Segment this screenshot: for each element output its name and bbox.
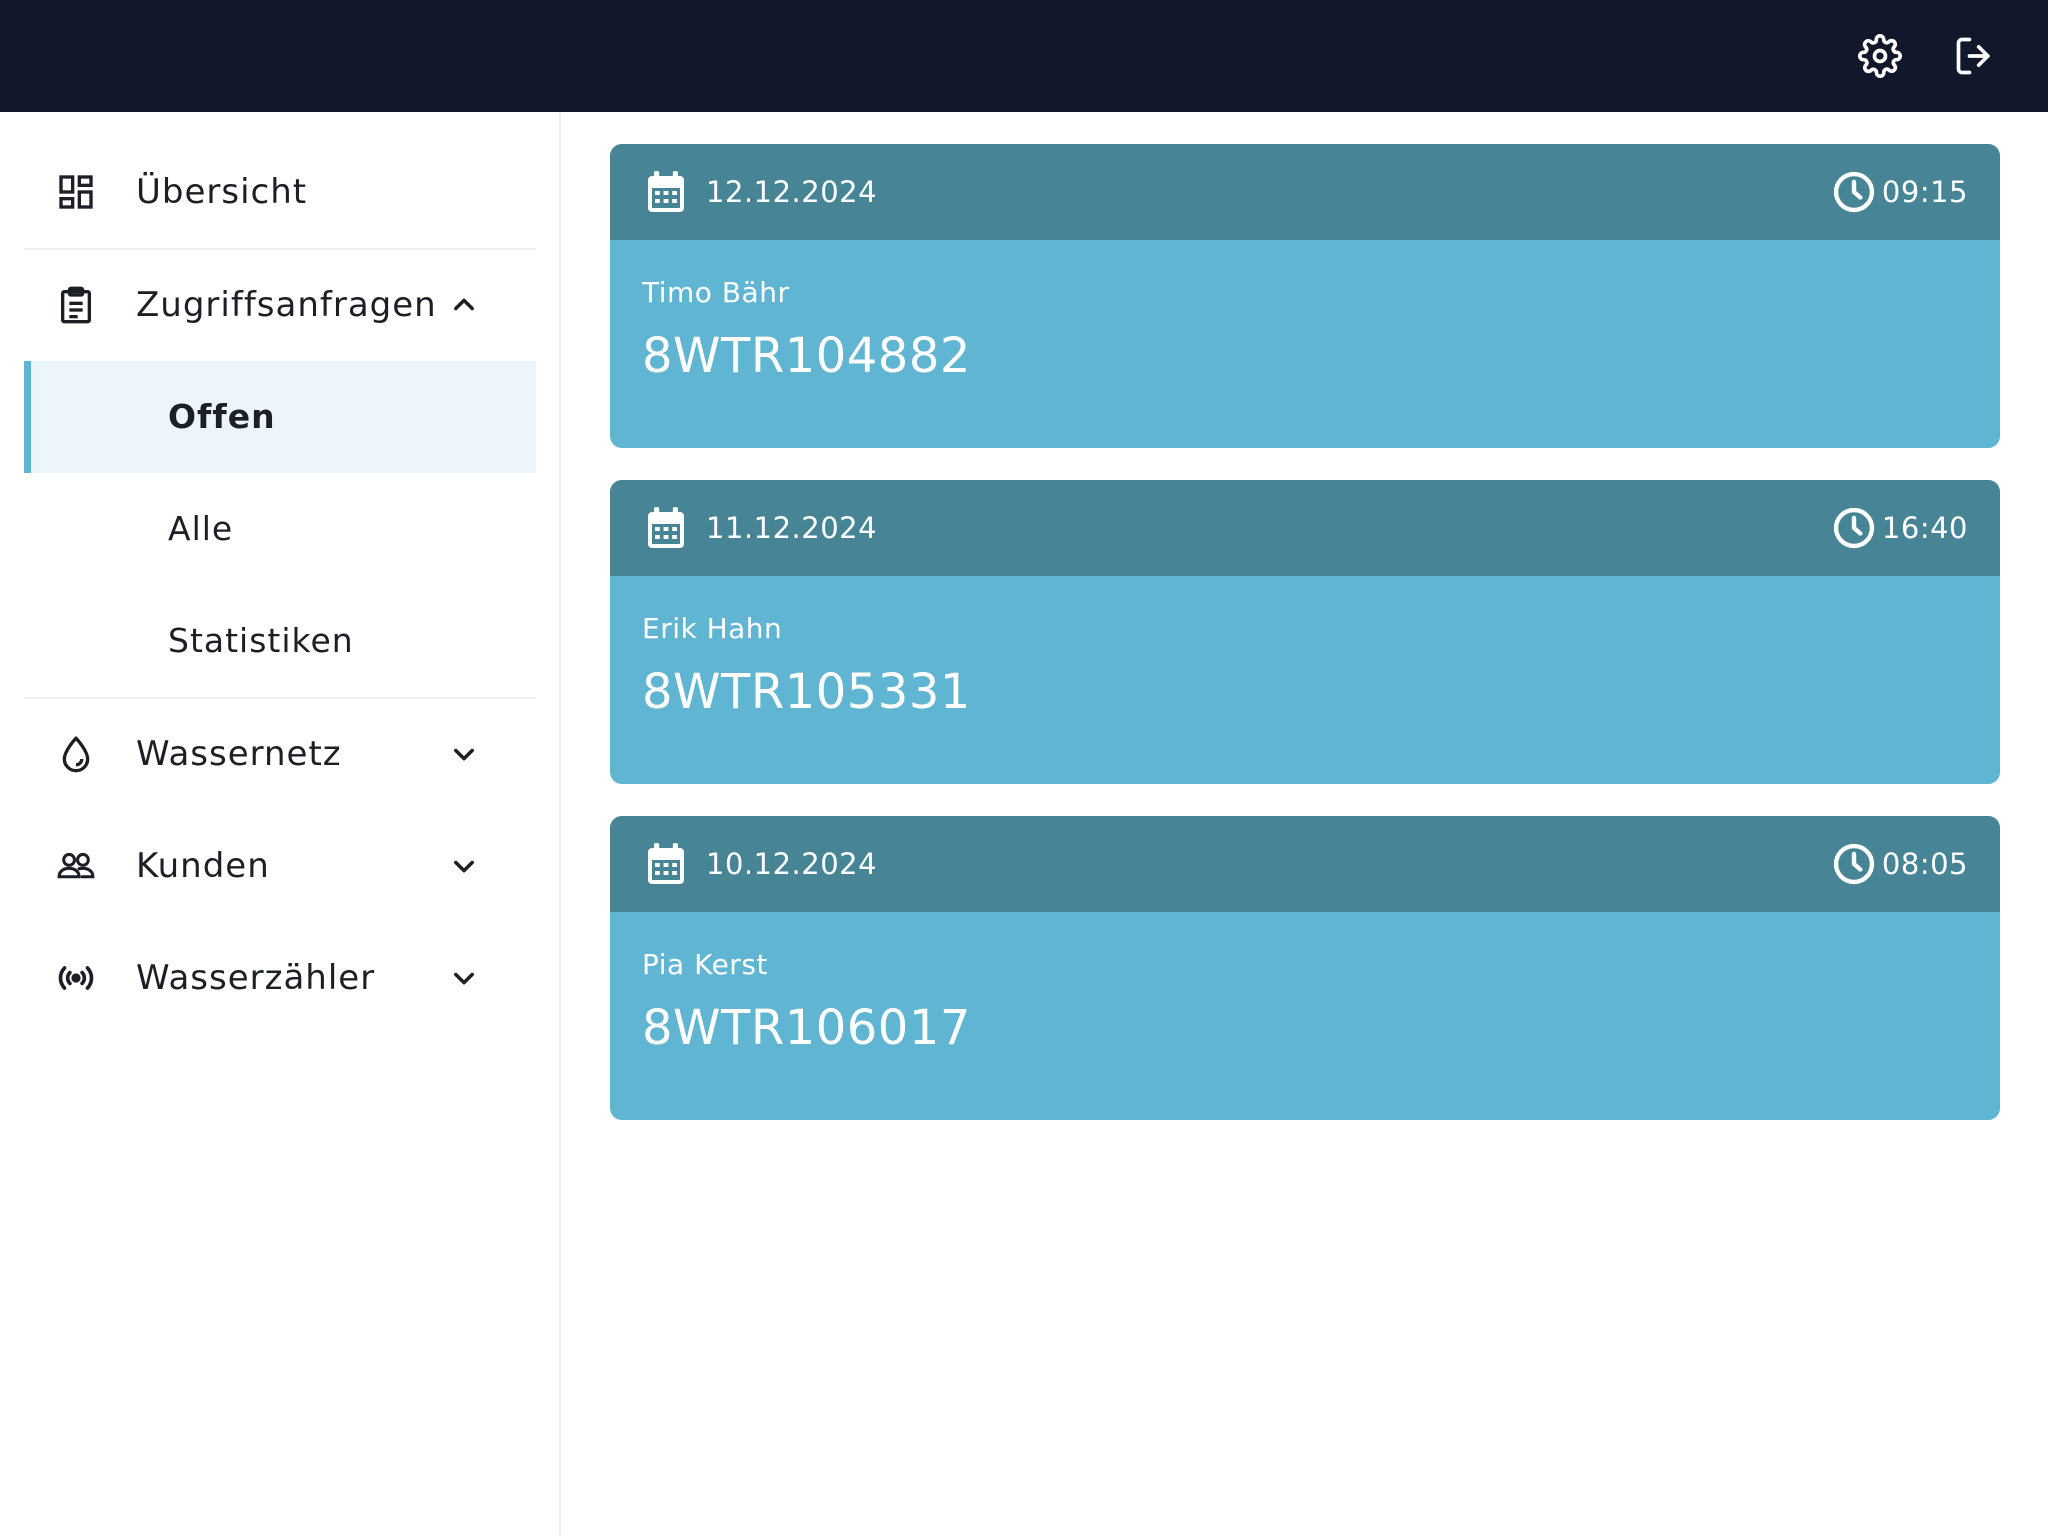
sidebar-subitem-statistics[interactable]: Statistiken bbox=[24, 585, 536, 697]
sidebar: Übersicht Zugriffsanfragen Offen Alle St… bbox=[0, 112, 561, 1536]
chevron-down-icon bbox=[448, 738, 480, 770]
sidebar-item-water-network[interactable]: Wassernetz bbox=[24, 698, 536, 810]
request-card[interactable]: 11.12.2024 16:40 Erik Hahn 8WTR105331 bbox=[610, 480, 2000, 784]
sidebar-subitem-label: Offen bbox=[168, 397, 276, 436]
dashboard-icon bbox=[56, 172, 96, 212]
logout-icon bbox=[1956, 37, 1990, 75]
calendar-icon bbox=[648, 171, 684, 212]
sidebar-item-label: Wassernetz bbox=[136, 734, 342, 774]
sidebar-item-water-meters[interactable]: Wasserzähler bbox=[24, 922, 536, 1034]
request-meter-id: 8WTR105331 bbox=[642, 664, 971, 720]
request-customer-name: Erik Hahn bbox=[642, 612, 783, 645]
request-time: 16:40 bbox=[1881, 511, 1968, 545]
request-card[interactable]: 10.12.2024 08:05 Pia Kerst 8WTR106017 bbox=[610, 816, 2000, 1120]
request-customer-name: Timo Bähr bbox=[642, 276, 790, 309]
sidebar-subitem-all[interactable]: Alle bbox=[24, 473, 536, 585]
users-icon bbox=[56, 846, 96, 886]
calendar-icon bbox=[648, 843, 684, 884]
clock-icon bbox=[1833, 843, 1875, 885]
sidebar-subitem-open[interactable]: Offen bbox=[24, 361, 536, 473]
gear-icon bbox=[1858, 34, 1902, 78]
sidebar-item-overview[interactable]: Übersicht bbox=[24, 136, 536, 248]
top-bar bbox=[0, 0, 2048, 112]
chevron-down-icon bbox=[448, 962, 480, 994]
sidebar-item-label: Wasserzähler bbox=[136, 958, 376, 998]
settings-button[interactable] bbox=[1852, 28, 1908, 84]
request-time: 08:05 bbox=[1881, 847, 1968, 881]
request-customer-name: Pia Kerst bbox=[642, 948, 768, 981]
clock-icon bbox=[1833, 171, 1875, 213]
calendar-icon bbox=[648, 507, 684, 548]
request-meter-id: 8WTR106017 bbox=[642, 1000, 971, 1056]
sidebar-item-customers[interactable]: Kunden bbox=[24, 810, 536, 922]
clock-icon bbox=[1833, 507, 1875, 549]
request-time: 09:15 bbox=[1881, 175, 1968, 209]
chevron-up-icon bbox=[448, 289, 480, 321]
sidebar-subitem-label: Alle bbox=[168, 509, 234, 548]
sidebar-item-access-requests[interactable]: Zugriffsanfragen bbox=[24, 249, 536, 361]
sidebar-item-label: Zugriffsanfragen bbox=[136, 285, 437, 325]
water-drop-icon bbox=[56, 734, 96, 774]
request-meter-id: 8WTR104882 bbox=[642, 328, 971, 384]
sidebar-item-label: Übersicht bbox=[136, 172, 308, 212]
clipboard-icon bbox=[56, 285, 96, 325]
request-card-header: 12.12.2024 09:15 bbox=[610, 144, 2000, 240]
logout-button[interactable] bbox=[1947, 28, 2003, 84]
request-date: 10.12.2024 bbox=[706, 847, 878, 881]
request-card-header: 10.12.2024 08:05 bbox=[610, 816, 2000, 912]
signal-icon bbox=[56, 958, 96, 998]
request-date: 11.12.2024 bbox=[706, 511, 878, 545]
chevron-down-icon bbox=[448, 850, 480, 882]
sidebar-item-label: Kunden bbox=[136, 846, 270, 886]
request-card-header: 11.12.2024 16:40 bbox=[610, 480, 2000, 576]
sidebar-subitem-label: Statistiken bbox=[168, 621, 354, 660]
request-date: 12.12.2024 bbox=[706, 175, 878, 209]
request-card[interactable]: 12.12.2024 09:15 Timo Bähr 8WTR104882 bbox=[610, 144, 2000, 448]
